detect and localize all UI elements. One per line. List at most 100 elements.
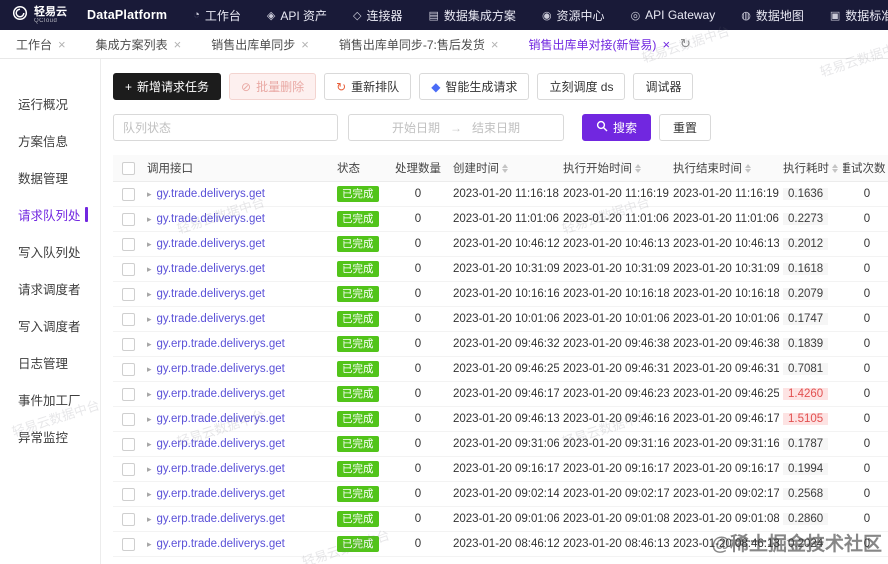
row-checkbox[interactable] xyxy=(122,363,135,376)
sidebar-item[interactable]: 日志管理 xyxy=(0,344,100,381)
api-link[interactable]: gy.trade.deliverys.get xyxy=(157,313,265,325)
row-checkbox[interactable] xyxy=(122,413,135,426)
schedule-now-button[interactable]: 立刻调度 ds xyxy=(537,73,625,100)
expand-caret-icon[interactable]: ▸ xyxy=(147,214,152,225)
expand-caret-icon[interactable]: ▸ xyxy=(147,339,152,350)
row-checkbox[interactable] xyxy=(122,438,135,451)
api-link[interactable]: gy.erp.trade.deliverys.get xyxy=(157,538,285,550)
expand-caret-icon[interactable]: ▸ xyxy=(147,464,152,475)
navbar-item[interactable]: ▣ 数据标准 xyxy=(830,7,888,24)
expand-caret-icon[interactable]: ▸ xyxy=(147,439,152,450)
row-checkbox[interactable] xyxy=(122,388,135,401)
created-time-cell: 2023-01-20 09:02:14 xyxy=(449,488,559,500)
expand-caret-icon[interactable]: ▸ xyxy=(147,264,152,275)
api-link[interactable]: gy.trade.deliverys.get xyxy=(157,238,265,250)
tab-close-icon[interactable]: × xyxy=(58,38,66,51)
tab[interactable]: 销售出库单同步-7:售后发货 × xyxy=(339,36,499,53)
sort-icon[interactable] xyxy=(635,164,641,173)
expand-caret-icon[interactable]: ▸ xyxy=(147,239,152,250)
api-link[interactable]: gy.erp.trade.deliverys.get xyxy=(157,463,285,475)
add-request-task-button[interactable]: + 新增请求任务 xyxy=(113,73,221,100)
navbar-item[interactable]: ◎ API Gateway xyxy=(631,8,716,22)
row-checkbox[interactable] xyxy=(122,538,135,551)
navbar-item[interactable]: ◔ 工作台 xyxy=(193,7,241,24)
tab[interactable]: 销售出库单对接(新管易) × ↻ xyxy=(528,36,691,53)
api-link[interactable]: gy.trade.deliverys.get xyxy=(157,213,265,225)
tab[interactable]: 工作台 × xyxy=(16,36,66,53)
sidebar-item[interactable]: 事件加工厂 xyxy=(0,381,100,418)
tab[interactable]: 集成方案列表 × xyxy=(96,36,182,53)
requeue-button[interactable]: ↻ 重新排队 xyxy=(324,73,411,100)
data-standard-icon: ▣ xyxy=(830,9,840,22)
select-all-checkbox[interactable] xyxy=(122,162,135,175)
api-link[interactable]: gy.erp.trade.deliverys.get xyxy=(157,388,285,400)
row-checkbox[interactable] xyxy=(122,238,135,251)
row-checkbox[interactable] xyxy=(122,463,135,476)
smart-generate-button[interactable]: ◆ 智能生成请求 xyxy=(419,73,529,100)
tab-close-icon[interactable]: × xyxy=(491,38,499,51)
tab-close-icon[interactable]: × xyxy=(174,38,182,51)
expand-caret-icon[interactable]: ▸ xyxy=(147,414,152,425)
api-link[interactable]: gy.erp.trade.deliverys.get xyxy=(157,338,285,350)
expand-caret-icon[interactable]: ▸ xyxy=(147,314,152,325)
date-range-picker[interactable]: 开始日期 → 结束日期 xyxy=(348,114,564,141)
row-checkbox[interactable] xyxy=(122,213,135,226)
count-cell: 0 xyxy=(387,388,449,400)
row-checkbox[interactable] xyxy=(122,188,135,201)
sort-icon[interactable] xyxy=(502,164,508,173)
api-link[interactable]: gy.trade.deliverys.get xyxy=(157,263,265,275)
navbar-item[interactable]: ◇ 连接器 xyxy=(353,7,402,24)
api-link[interactable]: gy.trade.deliverys.get xyxy=(157,288,265,300)
sidebar-item[interactable]: 请求调度者 xyxy=(0,270,100,307)
tab-refresh-icon[interactable]: ↻ xyxy=(680,36,691,52)
tab[interactable]: 销售出库单同步 × xyxy=(211,36,309,53)
status-badge: 已完成 xyxy=(337,536,379,552)
row-checkbox[interactable] xyxy=(122,513,135,526)
expand-caret-icon[interactable]: ▸ xyxy=(147,489,152,500)
queue-status-input[interactable] xyxy=(113,114,338,141)
sidebar-item[interactable]: 写入队列处 xyxy=(0,233,100,270)
tab-close-icon[interactable]: × xyxy=(301,38,309,51)
tab-close-icon[interactable]: × xyxy=(662,38,670,51)
navbar-item[interactable]: ▤ 数据集成方案 xyxy=(429,7,516,24)
sidebar-item[interactable]: 方案信息 xyxy=(0,122,100,159)
table-row: ▸ gy.erp.trade.deliverys.get 已完成 0 2023-… xyxy=(113,507,888,532)
row-checkbox[interactable] xyxy=(122,263,135,276)
debugger-button[interactable]: 调试器 xyxy=(633,73,693,100)
reset-button[interactable]: 重置 xyxy=(659,114,711,141)
app-window: 轻易云 QCloud DataPlatform ◔ 工作台 ◈ API 资产 ◇… xyxy=(0,0,888,564)
row-checkbox[interactable] xyxy=(122,488,135,501)
sidebar-item[interactable]: 数据管理 xyxy=(0,159,100,196)
expand-caret-icon[interactable]: ▸ xyxy=(147,539,152,550)
duration-value: 0.2860 xyxy=(783,513,828,525)
sort-icon[interactable] xyxy=(745,164,751,173)
api-link[interactable]: gy.erp.trade.deliverys.get xyxy=(157,413,285,425)
row-checkbox[interactable] xyxy=(122,313,135,326)
sort-icon[interactable] xyxy=(832,164,838,173)
api-link[interactable]: gy.erp.trade.deliverys.get xyxy=(157,488,285,500)
navbar-item[interactable]: ◈ API 资产 xyxy=(267,7,327,24)
brand-logo[interactable]: 轻易云 QCloud xyxy=(12,5,67,26)
expand-caret-icon[interactable]: ▸ xyxy=(147,189,152,200)
expand-caret-icon[interactable]: ▸ xyxy=(147,364,152,375)
expand-caret-icon[interactable]: ▸ xyxy=(147,289,152,300)
table-row: ▸ gy.trade.deliverys.get 已完成 0 2023-01-2… xyxy=(113,182,888,207)
expand-caret-icon[interactable]: ▸ xyxy=(147,514,152,525)
row-checkbox[interactable] xyxy=(122,288,135,301)
api-link[interactable]: gy.trade.deliverys.get xyxy=(157,188,265,200)
row-checkbox[interactable] xyxy=(122,338,135,351)
navbar-item[interactable]: ◉ 资源中心 xyxy=(542,7,605,24)
duration-value: 0.1636 xyxy=(783,188,828,200)
batch-delete-button[interactable]: ⊘ 批量删除 xyxy=(229,73,316,100)
sidebar-item[interactable]: 异常监控 xyxy=(0,418,100,455)
duration-value: 0.7081 xyxy=(783,363,828,375)
sidebar-item[interactable]: 运行概况 xyxy=(0,85,100,122)
api-link[interactable]: gy.erp.trade.deliverys.get xyxy=(157,513,285,525)
sidebar-item[interactable]: 写入调度者 xyxy=(0,307,100,344)
api-link[interactable]: gy.erp.trade.deliverys.get xyxy=(157,363,285,375)
navbar-item[interactable]: ◍ 数据地图 xyxy=(741,7,804,24)
sidebar-item[interactable]: 请求队列处 xyxy=(0,196,100,233)
api-link[interactable]: gy.erp.trade.deliverys.get xyxy=(157,438,285,450)
expand-caret-icon[interactable]: ▸ xyxy=(147,389,152,400)
search-button[interactable]: 搜索 xyxy=(582,114,651,141)
